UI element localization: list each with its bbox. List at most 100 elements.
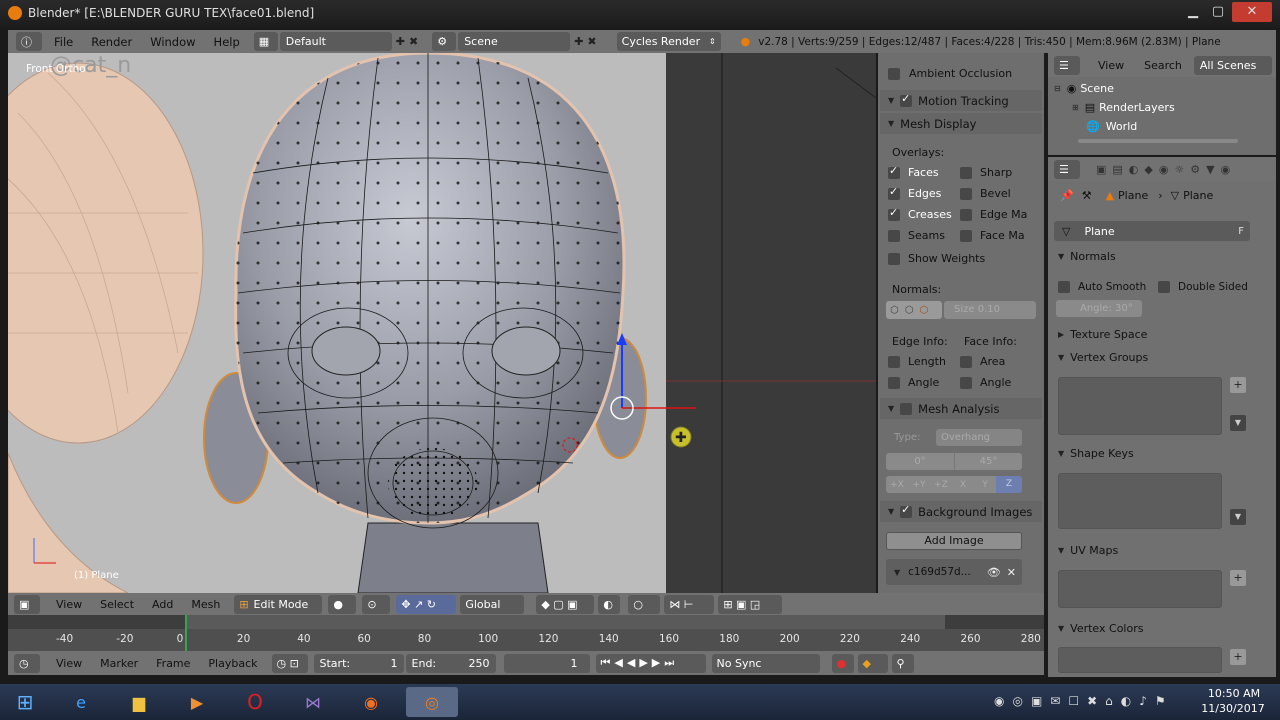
creases-checkbox[interactable] [888, 206, 900, 221]
outliner-item-world[interactable]: 🌐 World [1086, 120, 1137, 133]
area-row[interactable]: Area [960, 355, 1005, 368]
normals-toggle-group[interactable]: ⬡ ⬡ ⬡ [886, 301, 942, 319]
vp-menu-add[interactable]: Add [152, 598, 173, 611]
add-layout-icon[interactable]: ✚ [396, 35, 405, 48]
normals-size-field[interactable]: Size 0.10 [944, 301, 1036, 319]
property-tabs[interactable]: ▣▤◐◆◉☼⚙▼◉ [1096, 163, 1236, 176]
loop-normal-icon[interactable]: ⬡ [905, 305, 914, 316]
minimize-button[interactable]: ▁ [1180, 2, 1206, 22]
menu-file[interactable]: File [54, 35, 73, 49]
limit-selection-icon[interactable]: ◐ [598, 594, 621, 614]
overlay-row[interactable]: Sharp [960, 166, 1012, 179]
angle-min-field[interactable]: 0° [886, 453, 954, 470]
auto-smooth-row[interactable]: Auto Smooth [1058, 281, 1146, 293]
background-images-checkbox[interactable] [900, 503, 913, 518]
edge-angle-checkbox[interactable] [888, 376, 900, 389]
screen-layout-icon[interactable]: ▦ [253, 32, 278, 51]
mesh-datablock-field[interactable]: ▽ Plane F [1054, 221, 1250, 241]
mesh-display-panel-header[interactable]: ▼ Mesh Display [880, 113, 1042, 134]
clock-time[interactable]: 10:50 AM [1206, 687, 1262, 700]
add-vertex-group-icon[interactable]: + [1230, 377, 1246, 393]
overlay-row[interactable]: Creases [888, 206, 952, 221]
axis-neg-x[interactable]: X [952, 480, 974, 490]
motion-tracking-checkbox[interactable] [900, 92, 913, 107]
select-mode-toggles[interactable]: ◆ ▢ ▣ [536, 594, 595, 614]
overlay-row[interactable]: Edges [888, 185, 941, 200]
tl-menu-view[interactable]: View [56, 657, 82, 670]
playback-controls[interactable]: ⏮◀◀▶▶⏭ [595, 653, 706, 673]
outliner-item-scene[interactable]: ⊟ ◉ Scene [1054, 82, 1114, 95]
uv-maps-list[interactable] [1058, 570, 1222, 608]
render-engine-select[interactable]: Cycles Render ⇕ [616, 32, 721, 51]
motion-tracking-panel-header[interactable]: ▼ Motion Tracking [880, 90, 1042, 111]
background-image-item[interactable]: ▼ c169d57d... 👁 ✕ [886, 559, 1022, 585]
remove-image-icon[interactable]: ✕ [1007, 566, 1016, 579]
vp-menu-mesh[interactable]: Mesh [191, 598, 220, 611]
overlay-row[interactable]: Bevel [960, 187, 1011, 200]
vertex-colors-list[interactable] [1058, 647, 1222, 673]
mode-select[interactable]: ⊞ Edit Mode [234, 594, 323, 614]
face-angle-checkbox[interactable] [960, 376, 972, 389]
properties-editor-icon[interactable]: ☰ [1054, 159, 1080, 179]
outliner-menu-search[interactable]: Search [1144, 59, 1182, 72]
outliner-menu-view[interactable]: View [1098, 59, 1124, 72]
angle-max-field[interactable]: 45° [954, 453, 1022, 470]
vertex-normal-icon[interactable]: ⬡ [890, 305, 899, 316]
proportional-edit-select[interactable]: ○ [628, 594, 661, 614]
ambient-occlusion-checkbox[interactable] [888, 67, 900, 80]
viewport-empty-area[interactable]: ✚ [666, 53, 876, 593]
maximize-button[interactable]: ▢ [1205, 2, 1231, 22]
seams-checkbox[interactable] [888, 229, 900, 242]
double-sided-row[interactable]: Double Sided [1158, 281, 1248, 293]
texture-space-panel-header[interactable]: ▶ Texture Space [1058, 328, 1147, 341]
internet-explorer-icon[interactable]: e [62, 687, 100, 717]
add-image-button[interactable]: Add Image [886, 532, 1022, 550]
expand-icon[interactable]: ⊟ [1054, 84, 1061, 93]
sync-select[interactable]: No Sync [711, 653, 820, 673]
sharp-checkbox[interactable] [960, 166, 972, 179]
axis-pos-z[interactable]: +Z [930, 480, 952, 490]
auto-smooth-angle-field[interactable]: Angle: 30° [1056, 300, 1142, 317]
outliner-item-renderlayers[interactable]: ⊞ ▤ RenderLayers [1072, 101, 1175, 114]
visual-studio-icon[interactable]: ⋈ [294, 687, 332, 717]
remove-layout-icon[interactable]: ✖ [409, 35, 418, 48]
pin-icon[interactable]: 📌 [1060, 189, 1074, 202]
mesh-view[interactable] [8, 53, 666, 593]
timeline[interactable]: -40 -20 0 20 40 60 80 100 120 140 160 180 200 220 240 2… [8, 615, 1044, 651]
add-uv-map-icon[interactable]: + [1230, 570, 1246, 586]
vp-menu-view[interactable]: View [56, 598, 82, 611]
keyframe-tool-icon[interactable]: ⚲ [891, 653, 914, 673]
edge-angle-row[interactable]: Angle [888, 376, 939, 389]
firefox-icon[interactable]: ◉ [352, 687, 390, 717]
axis-pos-x[interactable]: +X [886, 480, 908, 490]
menu-render[interactable]: Render [91, 35, 132, 49]
vertex-colors-panel-header[interactable]: ▼ Vertex Colors [1058, 622, 1143, 635]
end-frame-field[interactable]: End: 250 [405, 653, 496, 673]
area-checkbox[interactable] [960, 355, 972, 368]
fake-user-button[interactable]: F [1238, 226, 1244, 237]
uv-maps-panel-header[interactable]: ▼ UV Maps [1058, 544, 1118, 557]
shape-keys-panel-header[interactable]: ▼ Shape Keys [1058, 447, 1134, 460]
vertex-group-menu-icon[interactable]: ▼ [1230, 415, 1246, 431]
overlay-row[interactable]: Face Ma [960, 229, 1025, 242]
length-checkbox[interactable] [888, 355, 900, 368]
face-marks-checkbox[interactable] [960, 229, 972, 242]
vertex-groups-list[interactable] [1058, 377, 1222, 435]
snap-element-select[interactable]: ⊞ ▣ ◲ [718, 594, 783, 614]
menu-window[interactable]: Window [150, 35, 195, 49]
shape-key-menu-icon[interactable]: ▼ [1230, 509, 1246, 525]
preview-range-toggle[interactable]: ◷ ⊡ [271, 653, 308, 673]
overlay-row[interactable]: Faces [888, 164, 939, 179]
background-images-panel-header[interactable]: ▼ Background Images [880, 501, 1042, 522]
screen-layout-field[interactable]: Default [279, 32, 392, 51]
eye-icon[interactable]: 👁 [987, 566, 1001, 579]
remove-scene-icon[interactable]: ✖ [587, 35, 596, 48]
vertex-groups-panel-header[interactable]: ▼ Vertex Groups [1058, 351, 1148, 364]
type-select[interactable]: Overhang [936, 429, 1022, 446]
close-button[interactable]: ✕ [1232, 2, 1272, 22]
double-sided-checkbox[interactable] [1158, 281, 1170, 293]
face-angle-row[interactable]: Angle [960, 376, 1011, 389]
media-player-icon[interactable]: ▶ [178, 687, 216, 717]
snap-toggles[interactable]: ⋈ ⊢ [664, 594, 715, 614]
shading-select[interactable]: ● [328, 594, 357, 614]
